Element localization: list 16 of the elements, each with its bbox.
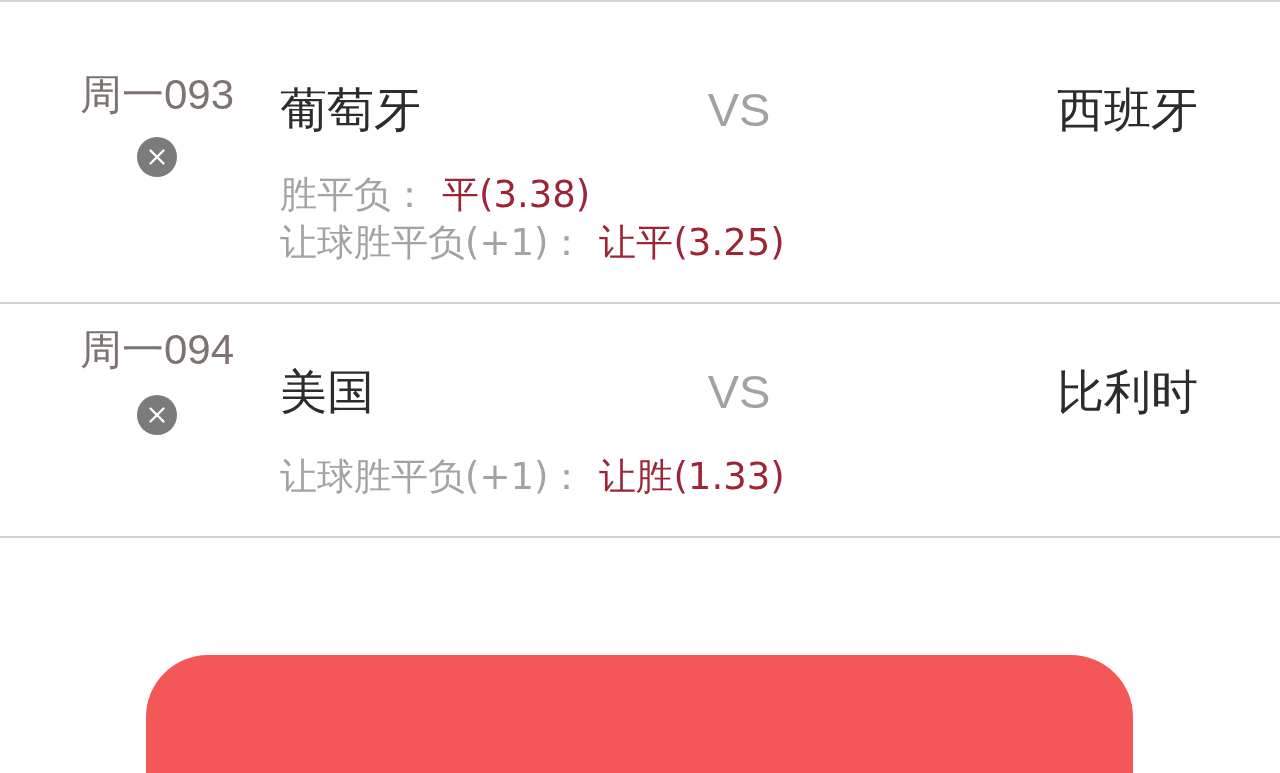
match-code: 周一093 xyxy=(79,70,235,120)
match-code: 周一094 xyxy=(79,325,235,375)
bet-pick: 平(3.38) xyxy=(442,172,591,218)
versus-label: VS xyxy=(707,84,771,136)
home-team: 美国 xyxy=(280,366,374,418)
bet-pick: 让平(3.25) xyxy=(599,220,785,266)
away-team: 比利时 xyxy=(1057,366,1198,418)
bet-type-label: 胜平负： xyxy=(280,172,428,218)
bet-type-label: 让球胜平负(+1)： xyxy=(280,454,586,500)
close-icon[interactable] xyxy=(137,395,177,435)
away-team: 西班牙 xyxy=(1057,84,1198,136)
close-icon[interactable] xyxy=(137,137,177,177)
versus-label: VS xyxy=(707,366,771,418)
bet-type-label: 让球胜平负(+1)： xyxy=(280,220,586,266)
home-team: 葡萄牙 xyxy=(280,84,421,136)
bet-pick: 让胜(1.33) xyxy=(599,454,785,500)
